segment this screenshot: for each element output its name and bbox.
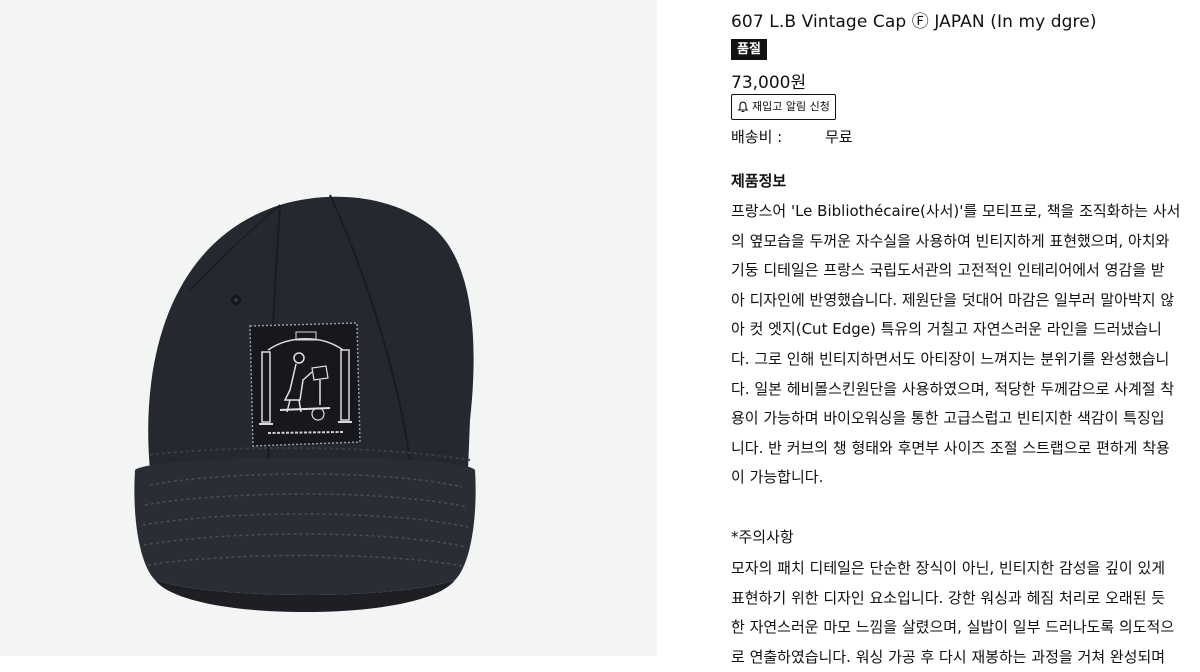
description-line: 아 컷 엣지(Cut Edge) 특유의 거칠고 자연스러운 라인을 드러냈습니 xyxy=(731,320,1162,339)
product-page: 607 L.B Vintage Cap Ⓕ JAPAN (In my dgre)… xyxy=(0,0,1200,666)
description-line: 프랑스어 'Le Bibliothécaire(사서)'를 모티프로, 책을 조… xyxy=(731,202,1181,220)
product-title: 607 L.B Vintage Cap Ⓕ JAPAN (In my dgre) xyxy=(731,12,1097,32)
notice-line: 표현하기 위한 디자인 요소입니다. 강한 워싱과 헤짐 처리로 오래된 듯 xyxy=(731,588,1166,607)
description-line: 용이 가능하며 바이오워싱을 통한 고급스럽고 빈티지한 색감이 특징입 xyxy=(731,409,1165,428)
shipping-row: 배송비 : 무료 xyxy=(731,126,853,147)
cap-illustration xyxy=(134,194,476,612)
product-price: 73,000원 xyxy=(731,73,807,93)
description-line: 기둥 디테일은 프랑스 국립도서관의 고전적인 인테리어에서 영감을 받 xyxy=(731,261,1165,280)
description-line: 의 옆모습을 두꺼운 자수실을 사용하여 빈티지하게 표현했으며, 아치와 xyxy=(731,231,1170,250)
product-info-heading: 제품정보 xyxy=(731,172,787,190)
soldout-badge: 품절 xyxy=(731,39,767,60)
shipping-value: 무료 xyxy=(825,128,853,146)
description-line: 아 디자인에 반영했습니다. 제원단을 덧대어 마감은 일부러 말아박지 않 xyxy=(731,290,1175,309)
description-line: 다. 그로 인해 빈티지하면서도 아티장이 느껴지는 분위기를 완성했습니 xyxy=(731,349,1170,368)
description-line: 이 가능합니다. xyxy=(731,468,824,487)
description-line: 다. 일본 헤비몰스킨원단을 사용하였으며, 적당한 두께감으로 사계절 착 xyxy=(731,379,1175,398)
notice-line: 한 자연스러운 마모 느낌을 살렸으며, 실밥이 일부 드러나도록 의도적으 xyxy=(731,618,1175,637)
description-line: 니다. 반 커브의 챙 형태와 후면부 사이즈 조절 스트랩으로 편하게 착용 xyxy=(731,438,1170,457)
shipping-label: 배송비 : xyxy=(731,128,783,146)
restock-alert-label: 재입고 알림 신청 xyxy=(752,100,830,113)
cap-patch xyxy=(249,322,361,447)
product-description: 프랑스어 'Le Bibliothécaire(사서)'를 모티프로, 책을 조… xyxy=(731,197,1191,493)
notice-heading: *주의사항 xyxy=(731,528,794,546)
notice-line: 로 연출하였습니다. 워싱 가공 후 다시 재봉하는 과정을 거쳐 완성되며 xyxy=(731,647,1166,666)
product-image[interactable] xyxy=(0,0,657,656)
notice-line: 모자의 패치 디테일은 단순한 장식이 아닌, 빈티지한 감성을 깊이 있게 xyxy=(731,559,1166,577)
notice-text: 모자의 패치 디테일은 단순한 장식이 아닌, 빈티지한 감성을 깊이 있게 표… xyxy=(731,554,1191,672)
restock-alert-button[interactable]: 재입고 알림 신청 xyxy=(731,94,836,120)
bell-icon xyxy=(737,101,749,113)
